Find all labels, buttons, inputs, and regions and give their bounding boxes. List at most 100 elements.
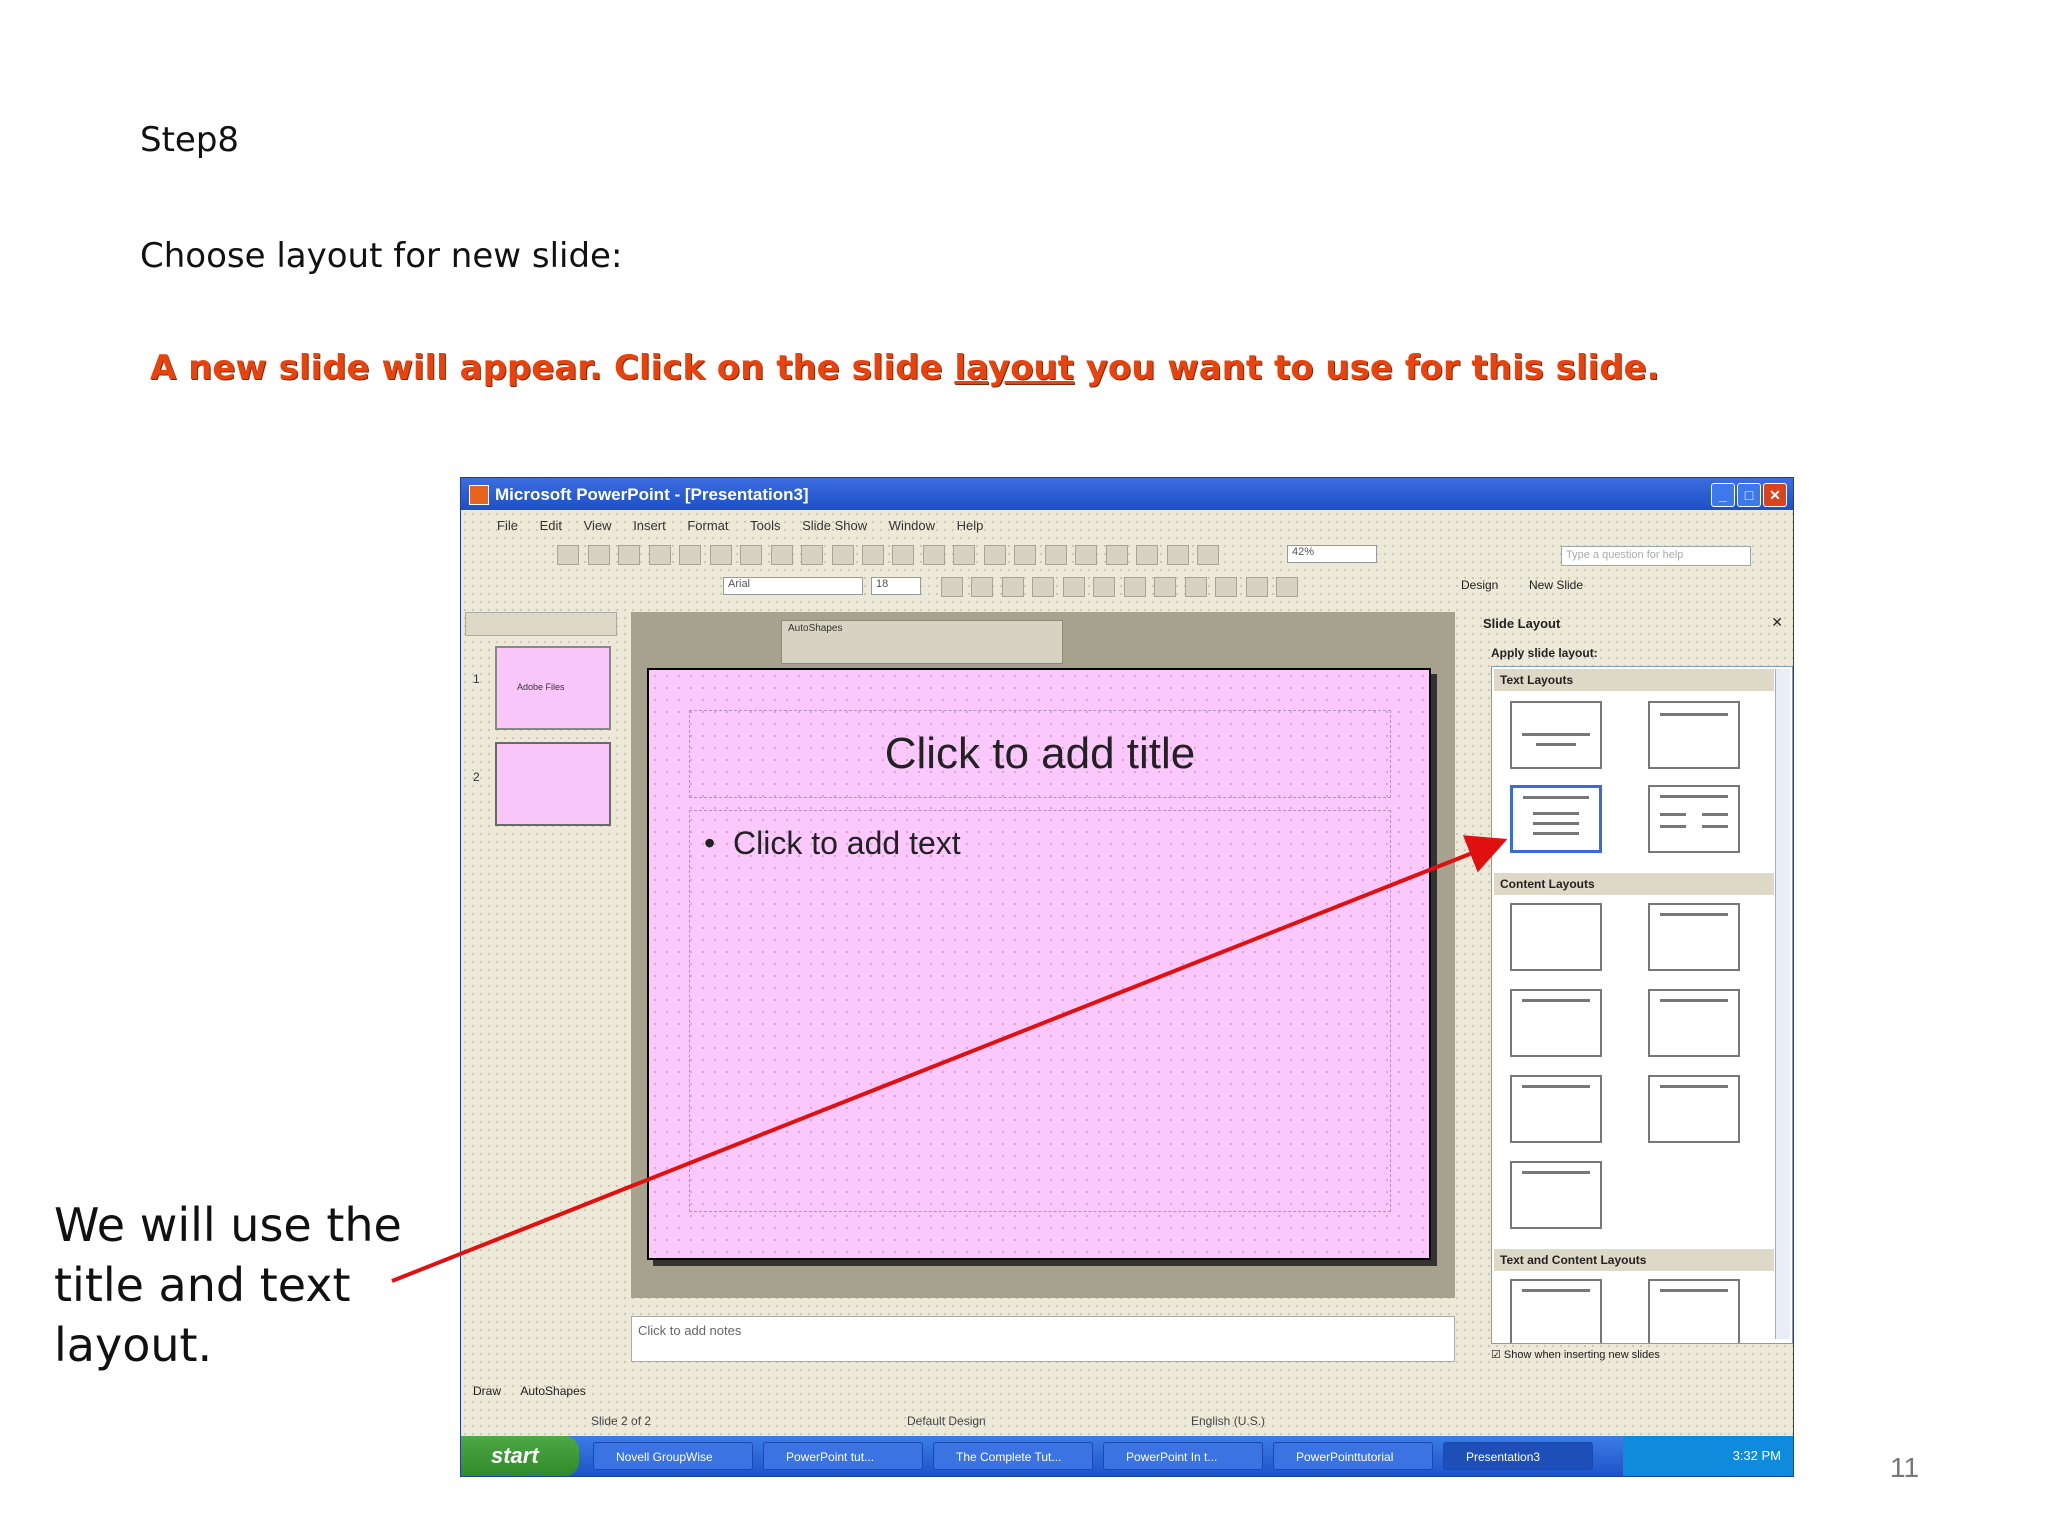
print-preview-icon[interactable] [740,545,763,565]
minimize-button[interactable]: _ [1711,483,1735,507]
taskbar-item[interactable]: PowerPoint tut... [763,1442,923,1470]
taskbar-item[interactable]: The Complete Tut... [933,1442,1093,1470]
cut-icon[interactable] [801,545,824,565]
layout-list-scrollbar[interactable] [1775,669,1790,1339]
copy-icon[interactable] [831,545,854,565]
grid-icon[interactable] [1166,545,1189,565]
outline-slides-tabs[interactable] [465,612,617,636]
font-color-icon[interactable] [1275,577,1298,597]
new-icon[interactable] [557,545,580,565]
menu-edit[interactable]: Edit [540,518,562,533]
numbering-icon[interactable] [1154,577,1177,597]
autoshapes-floating-toolbar[interactable]: AutoShapes [781,620,1063,664]
show-when-inserting-checkbox[interactable]: ☑ Show when inserting new slides [1491,1348,1660,1361]
taskbar-item[interactable]: Novell GroupWise [593,1442,753,1470]
layout-title-slide[interactable] [1510,701,1602,769]
layout-title-content-and-two-content[interactable] [1510,1075,1602,1143]
menu-slide-show[interactable]: Slide Show [802,518,867,533]
layout-title-and-two-content[interactable] [1648,989,1740,1057]
menu-format[interactable]: Format [687,518,728,533]
save-icon[interactable] [618,545,641,565]
slide-layout-task-pane: Slide Layout ✕ Apply slide layout: Text … [1473,612,1793,1372]
align-right-icon[interactable] [1123,577,1146,597]
show-formatting-icon[interactable] [1136,545,1159,565]
menu-file[interactable]: File [497,518,518,533]
highlight-before: A new slide will appear. Click on the sl… [150,348,955,388]
decrease-font-icon[interactable] [1245,577,1268,597]
expand-all-icon[interactable] [1105,545,1128,565]
undo-icon[interactable] [922,545,945,565]
formatting-toolbar: Arial 18 Design New Slide [461,572,1793,602]
open-icon[interactable] [587,545,610,565]
insert-table-icon[interactable] [1014,545,1037,565]
tables-borders-icon[interactable] [1044,545,1067,565]
layout-two-column-text[interactable] [1648,785,1740,853]
close-icon[interactable]: ✕ [1771,614,1783,631]
autoshapes-menu-button[interactable]: AutoShapes [520,1384,585,1398]
italic-icon[interactable] [971,577,994,597]
menu-window[interactable]: Window [889,518,935,533]
layout-title-and-text[interactable] [1510,785,1602,853]
layout-title-and-content[interactable] [1510,989,1602,1057]
layout-title-and-four-content[interactable] [1510,1161,1602,1229]
zoom-select[interactable]: 42% [1287,545,1377,563]
bullet-glyph: • [704,825,716,861]
permission-icon[interactable] [648,545,671,565]
drawing-toolbar: Draw AutoShapes [465,1378,1365,1406]
current-slide[interactable]: Click to add title • Click to add text [647,668,1431,1260]
layout-title-text-and-content[interactable] [1510,1279,1602,1343]
layout-title-only[interactable] [1648,701,1740,769]
bullets-icon[interactable] [1184,577,1207,597]
shadow-icon[interactable] [1032,577,1055,597]
menu-view[interactable]: View [584,518,612,533]
menu-insert[interactable]: Insert [633,518,666,533]
close-button[interactable]: ✕ [1763,483,1787,507]
title-placeholder[interactable]: Click to add title [689,710,1391,798]
layout-content[interactable] [1648,903,1740,971]
layout-title-two-content-and-content[interactable] [1648,1075,1740,1143]
font-size-select[interactable]: 18 [871,577,921,595]
show-when-inserting-label: Show when inserting new slides [1503,1349,1660,1361]
email-icon[interactable] [679,545,702,565]
bullet-text-line: • Click to add text [704,825,961,862]
window-title: Microsoft PowerPoint - [Presentation3] [495,485,809,504]
bold-icon[interactable] [941,577,963,597]
layout-title-content-and-text[interactable] [1648,1279,1740,1343]
insert-chart-icon[interactable] [983,545,1006,565]
align-center-icon[interactable] [1093,577,1116,597]
highlight-after: you want to use for this slide. [1073,348,1660,388]
taskbar-item[interactable]: PowerPoint In t... [1103,1442,1263,1470]
title-bar[interactable]: Microsoft PowerPoint - [Presentation3] _… [461,478,1793,510]
maximize-button[interactable]: □ [1737,483,1761,507]
redo-icon[interactable] [953,545,976,565]
color-grayscale-icon[interactable] [1196,545,1219,565]
menu-help[interactable]: Help [957,518,984,533]
align-left-icon[interactable] [1062,577,1085,597]
design-button[interactable]: Design [1461,578,1498,592]
instruction-text: Choose layout for new slide: [140,236,623,276]
slide-thumbnail[interactable]: Adobe Files [495,646,611,730]
taskbar-item-active[interactable]: Presentation3 [1443,1442,1593,1470]
format-painter-icon[interactable] [892,545,915,565]
section-text-and-content-layouts: Text and Content Layouts [1494,1249,1774,1271]
text-placeholder[interactable]: • Click to add text [689,810,1391,1212]
increase-font-icon[interactable] [1215,577,1238,597]
font-select[interactable]: Arial [723,577,863,595]
menu-tools[interactable]: Tools [750,518,780,533]
start-button[interactable]: start [461,1436,579,1476]
paste-icon[interactable] [861,545,884,565]
underline-icon[interactable] [1001,577,1024,597]
spelling-icon[interactable] [770,545,793,565]
layout-blank[interactable] [1510,903,1602,971]
slide-thumbnail-selected[interactable] [495,742,611,826]
new-slide-button[interactable]: New Slide [1529,578,1583,592]
section-content-layouts: Content Layouts [1494,873,1774,895]
notes-pane[interactable]: Click to add notes [631,1316,1455,1362]
taskbar-item[interactable]: PowerPointtutorial [1273,1442,1433,1470]
apply-layout-label: Apply slide layout: [1491,646,1598,660]
hyperlink-icon[interactable] [1075,545,1098,565]
status-language: English (U.S.) [1191,1414,1266,1428]
draw-menu-button[interactable]: Draw [473,1384,501,1398]
print-icon[interactable] [709,545,732,565]
highlight-layout-word: layout [954,348,1074,388]
